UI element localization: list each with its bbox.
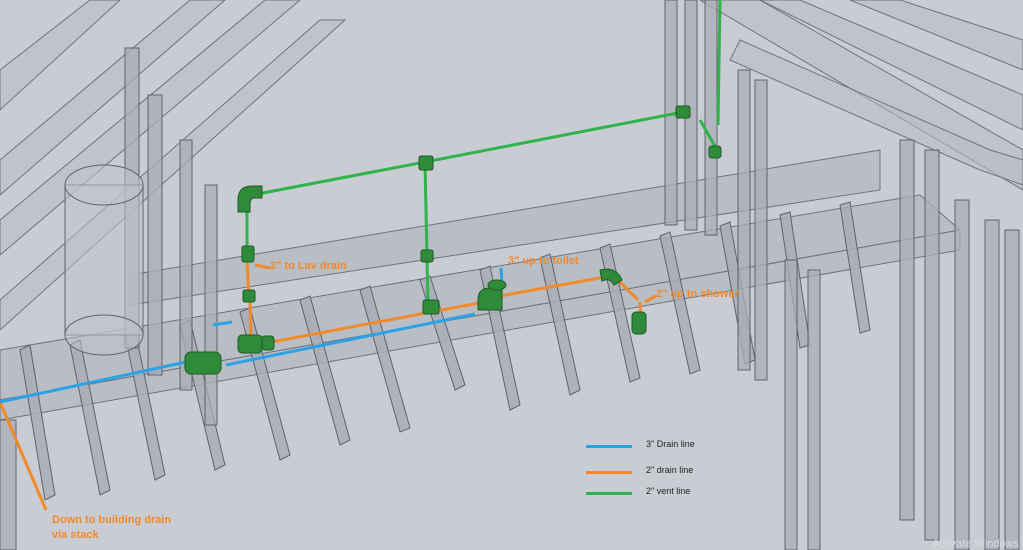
legend-swatch <box>586 492 632 495</box>
label-building-drain: Down to building drain via stack <box>52 514 172 541</box>
legend-swatch <box>586 471 632 474</box>
legend-label: 2" drain line <box>646 465 694 475</box>
legend-label: 3" Drain line <box>646 439 695 449</box>
legend-swatch <box>586 445 632 448</box>
legend-3in-drain: 3" Drain line <box>586 439 695 449</box>
legend-2in-drain: 2" drain line <box>586 465 693 475</box>
label-shower: 2" up to shower <box>656 288 739 300</box>
label-toilet: 3" up to toilet <box>508 255 579 267</box>
framing-drawing <box>0 0 1023 550</box>
label-lav-drain: 2" to Lav drain <box>270 260 347 272</box>
cad-viewport[interactable]: 2" to Lav drain 3" up to toilet 2" up to… <box>0 0 1023 550</box>
legend-label: 2" vent line <box>646 486 691 496</box>
activate-windows-watermark: Activate Windows <box>932 538 1019 550</box>
legend-2in-vent: 2" vent line <box>586 486 690 496</box>
